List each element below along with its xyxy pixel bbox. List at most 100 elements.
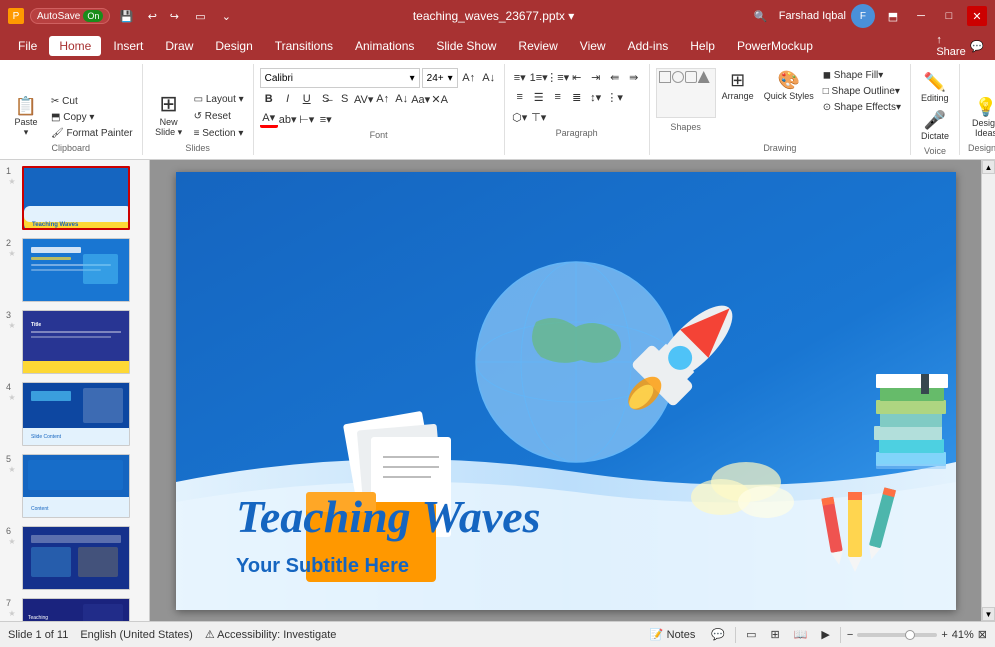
columns-button[interactable]: ⋮≡▾ (549, 68, 567, 86)
slide-thumb-3[interactable]: 3 ★ Title (4, 308, 145, 376)
slide-thumb-6[interactable]: 6 ★ (4, 524, 145, 592)
font-color-button[interactable]: A▾ (260, 110, 278, 128)
zoom-in-button[interactable]: + (941, 629, 947, 641)
shape-effects-button[interactable]: ⊙ Shape Effects▾ (820, 100, 904, 115)
menu-insert[interactable]: Insert (103, 36, 153, 56)
new-slide-button[interactable]: ⊞ New Slide ▾ (149, 88, 189, 141)
shape-outline-button[interactable]: □ Shape Outline▾ (820, 84, 904, 99)
slide-thumb-7[interactable]: 7 ★ Teaching Waves (4, 596, 145, 621)
smart-art-button[interactable]: ⬡▾ (511, 108, 529, 126)
slide-thumb-4[interactable]: 4 ★ Slide Content (4, 380, 145, 448)
menu-help[interactable]: Help (680, 36, 725, 56)
reading-view-button[interactable]: 📖 (790, 626, 812, 643)
align-left-button[interactable]: ≡ (511, 88, 529, 106)
reset-button[interactable]: ↺ Reset (191, 109, 247, 124)
redo-button[interactable]: ↪ (164, 6, 184, 26)
convert-button[interactable]: ≡▾ (317, 110, 335, 128)
copy-button[interactable]: ⬒ Copy ▾ (48, 110, 136, 125)
font-name-selector[interactable]: Calibri ▾ (260, 68, 420, 88)
save-button[interactable]: 💾 (116, 6, 136, 26)
search-button[interactable]: 🔍 (751, 6, 771, 26)
editing-button[interactable]: ✏️ Editing (917, 70, 953, 106)
menu-home[interactable]: Home (49, 36, 101, 56)
strikethrough-button[interactable]: S̶ (317, 90, 335, 108)
menu-slideshow[interactable]: Slide Show (426, 36, 506, 56)
zoom-slider[interactable] (857, 633, 937, 637)
case-button[interactable]: Aa▾ (412, 90, 430, 108)
ribbon-display-button[interactable]: ⬒ (883, 6, 903, 26)
menu-file[interactable]: File (8, 36, 47, 56)
comments-status-button[interactable]: 💬 (707, 626, 729, 643)
minimize-button[interactable]: ─ (911, 6, 931, 26)
cut-button[interactable]: ✂ Cut (48, 94, 136, 109)
more-tools-button[interactable]: ⌄ (216, 6, 236, 26)
arrange-button[interactable]: ⊞ Arrange (718, 68, 758, 104)
decrease-indent-button[interactable]: ⇤ (568, 68, 586, 86)
highlight-button[interactable]: ab▾ (279, 110, 297, 128)
menu-powermockup[interactable]: PowerMockup (727, 36, 823, 56)
menu-review[interactable]: Review (508, 36, 567, 56)
shape-fill-button[interactable]: ◼ Shape Fill▾ (820, 68, 904, 83)
align-text-button[interactable]: ⊤▾ (530, 108, 548, 126)
section-button[interactable]: ≡ Section ▾ (191, 126, 247, 141)
quick-styles-button[interactable]: 🎨 Quick Styles (760, 68, 818, 104)
underline-button[interactable]: U (298, 90, 316, 108)
slide-sorter-button[interactable]: ⊞ (766, 626, 783, 643)
maximize-button[interactable]: □ (939, 6, 959, 26)
vertical-scrollbar[interactable]: ▲ ▼ (981, 160, 995, 621)
accessibility-status[interactable]: ⚠ Accessibility: Investigate (205, 628, 337, 641)
decrease-font-button[interactable]: A↓ (480, 69, 498, 87)
justify-button[interactable]: ≣ (568, 88, 586, 106)
slide-thumb-1[interactable]: 1 ★ Teaching Waves (4, 164, 145, 232)
slide-thumb-5[interactable]: 5 ★ Content (4, 452, 145, 520)
language-indicator[interactable]: English (United States) (80, 629, 193, 641)
rtl-button[interactable]: ⇚ (606, 68, 624, 86)
autosave-state[interactable]: On (83, 10, 103, 22)
zoom-out-button[interactable]: − (847, 629, 853, 641)
scroll-down-button[interactable]: ▼ (982, 607, 995, 621)
slideshow-button[interactable]: ▶ (817, 626, 833, 643)
layout-button[interactable]: ▭ Layout ▾ (191, 92, 247, 107)
italic-button[interactable]: I (279, 90, 297, 108)
menu-draw[interactable]: Draw (155, 36, 203, 56)
increase-indent-button[interactable]: ⇥ (587, 68, 605, 86)
slide-thumb-2[interactable]: 2 ★ (4, 236, 145, 304)
shadow-button[interactable]: S (336, 90, 354, 108)
menu-animations[interactable]: Animations (345, 36, 424, 56)
zoom-thumb[interactable] (905, 630, 915, 640)
shapes-gallery[interactable] (656, 68, 716, 118)
menu-addins[interactable]: Add-ins (618, 36, 679, 56)
menu-transitions[interactable]: Transitions (265, 36, 343, 56)
text-direction-button[interactable]: ⊢▾ (298, 110, 316, 128)
close-button[interactable]: ✕ (967, 6, 987, 26)
numbering-button[interactable]: 1≡▾ (530, 68, 548, 86)
present-button[interactable]: ▭ (190, 6, 210, 26)
clear-format-button[interactable]: ✕A (431, 90, 449, 108)
font-size-up-button[interactable]: A↑ (374, 90, 392, 108)
format-painter-button[interactable]: 🖌 Format Painter (48, 126, 136, 141)
fit-to-window-button[interactable]: ⊠ (978, 628, 987, 641)
line-spacing-button[interactable]: ↕▾ (587, 88, 605, 106)
align-right-button[interactable]: ≡ (549, 88, 567, 106)
bold-button[interactable]: B (260, 90, 278, 108)
bullets-button[interactable]: ≡▾ (511, 68, 529, 86)
scroll-up-button[interactable]: ▲ (982, 160, 995, 174)
dictate-button[interactable]: 🎤 Dictate (917, 108, 953, 144)
font-size-dn-button[interactable]: A↓ (393, 90, 411, 108)
notes-button[interactable]: 📝 Notes (644, 626, 701, 643)
font-size-selector[interactable]: 24+ ▾ (422, 68, 458, 88)
slide-canvas[interactable]: Teaching Waves Your Subtitle Here (176, 172, 956, 610)
char-spacing-button[interactable]: AV▾ (355, 90, 373, 108)
normal-view-button[interactable]: ▭ (742, 626, 760, 643)
comments-button[interactable]: 💬 (967, 36, 987, 56)
undo-button[interactable]: ↩ (142, 6, 162, 26)
align-center-button[interactable]: ☰ (530, 88, 548, 106)
increase-font-button[interactable]: A↑ (460, 69, 478, 87)
autosave-toggle[interactable]: AutoSave On (30, 8, 110, 24)
ltr-button[interactable]: ⇛ (625, 68, 643, 86)
paste-button[interactable]: 📋 Paste▾ (6, 94, 46, 141)
design-ideas-button[interactable]: 💡 Design Ideas (966, 95, 995, 141)
columns-text-button[interactable]: ⋮▾ (606, 88, 624, 106)
menu-design[interactable]: Design (205, 36, 262, 56)
share-button[interactable]: ↑ Share (941, 36, 961, 56)
